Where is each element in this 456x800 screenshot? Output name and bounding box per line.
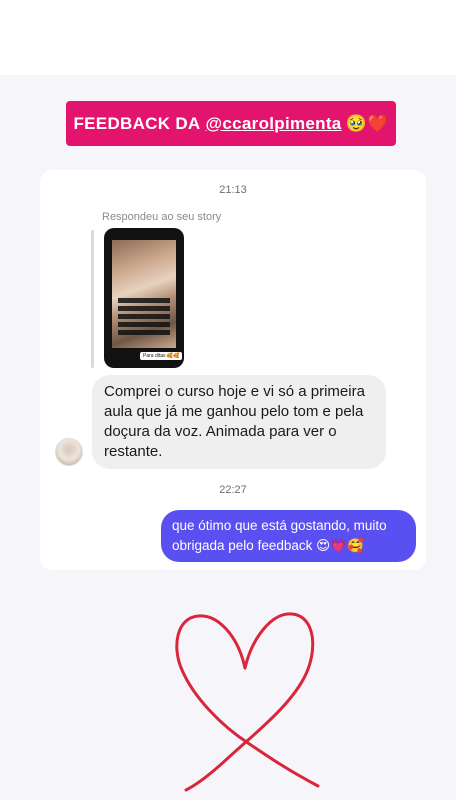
- reply-indicator-bar: [91, 230, 94, 368]
- chat-screenshot: 21:13 Respondeu ao seu story Para ditas …: [40, 170, 426, 570]
- story-caption-sticker: Para ditas 🥰🥰: [140, 352, 183, 360]
- feedback-banner: FEEDBACK DA @ccarolpimenta 🥹❤️: [66, 101, 396, 146]
- message-timestamp: 22:27: [219, 484, 247, 496]
- top-bar: [0, 0, 456, 75]
- outgoing-message-bubble: que ótimo que está gostando, muito obrig…: [161, 510, 416, 562]
- story-text-stripe: [118, 306, 170, 311]
- story-text-stripe: [118, 314, 170, 319]
- story-text-stripe: [118, 322, 170, 327]
- story-text-stripe: [118, 298, 170, 303]
- story-thumbnail[interactable]: Para ditas 🥰🥰: [104, 228, 184, 368]
- incoming-message-bubble: Comprei o curso hoje e vi só a primeira …: [92, 375, 386, 469]
- banner-prefix: FEEDBACK DA: [73, 113, 201, 133]
- banner-emoji: 🥹❤️: [345, 113, 389, 133]
- banner-handle-link[interactable]: @ccarolpimenta: [206, 114, 342, 134]
- story-text-stripe: [118, 330, 170, 335]
- story-reply-label: Respondeu ao seu story: [102, 211, 222, 223]
- avatar[interactable]: [55, 438, 83, 466]
- message-timestamp: 21:13: [219, 184, 247, 196]
- story-image: [112, 240, 176, 348]
- heart-doodle-icon: [175, 612, 320, 792]
